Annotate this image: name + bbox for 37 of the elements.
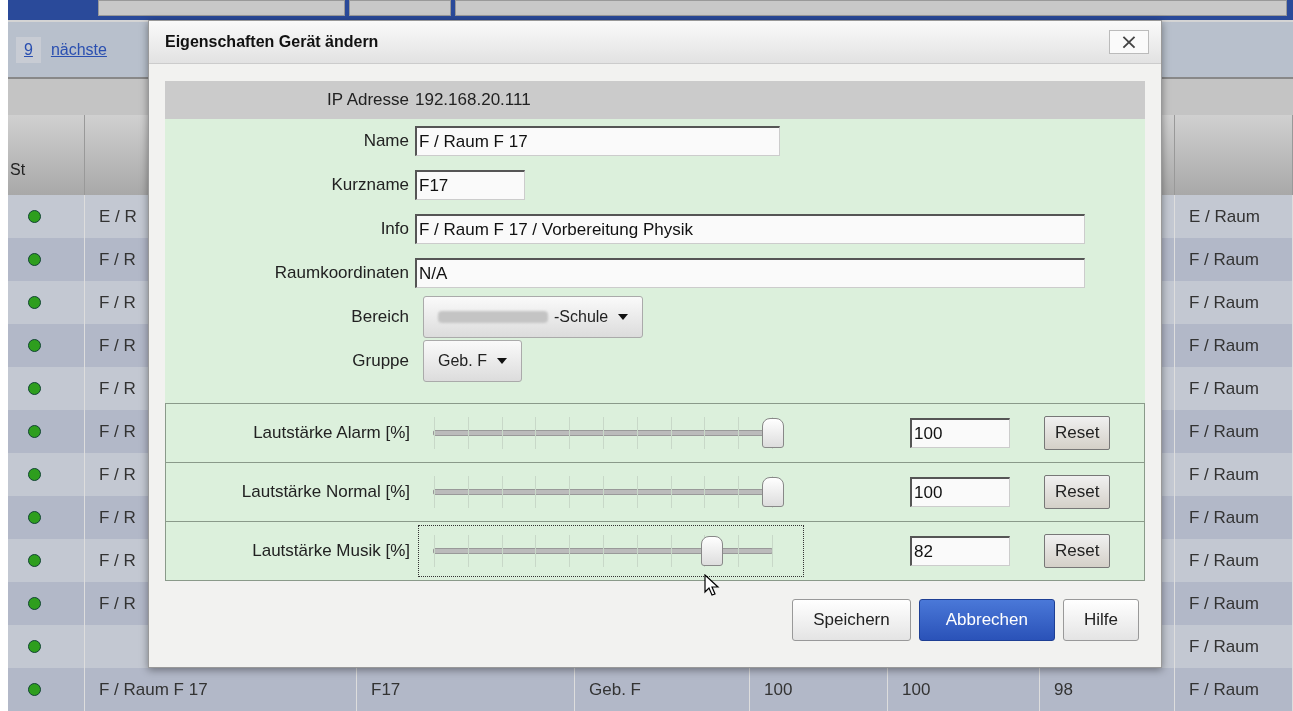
ip-value: 192.168.20.111: [415, 90, 531, 110]
slider-thumb[interactable]: [701, 536, 724, 566]
dialog-button[interactable]: Speichern: [792, 599, 911, 641]
field-label: IP Adresse: [326, 90, 410, 110]
input-field[interactable]: F / Raum F 17 / Vorbereitung Physik: [415, 214, 1085, 244]
value-field[interactable]: 100: [910, 477, 1010, 507]
input-field[interactable]: F / Raum F 17: [415, 126, 780, 156]
reset-button[interactable]: Reset: [1044, 475, 1111, 509]
slider-thumb[interactable]: [762, 418, 784, 448]
reset-button[interactable]: Reset: [1044, 534, 1111, 568]
field-label: Name: [362, 131, 410, 151]
field-label: Info: [379, 219, 410, 239]
tab[interactable]: [349, 0, 451, 16]
dropdown-value: -Schule: [554, 308, 609, 326]
caret-icon: [618, 314, 629, 320]
value-field[interactable]: 100: [910, 418, 1010, 448]
dropdown[interactable]: Geb. F: [423, 340, 522, 382]
value-field[interactable]: 82: [910, 536, 1010, 566]
field-label: Kurzname: [330, 175, 410, 195]
tab[interactable]: [98, 0, 345, 16]
slider[interactable]: [418, 525, 804, 577]
page-link[interactable]: 9: [16, 36, 41, 63]
dropdown-value: Geb. F: [438, 352, 487, 370]
tab[interactable]: [455, 0, 1287, 16]
reset-button[interactable]: Reset: [1044, 416, 1111, 450]
next-link[interactable]: nächste: [50, 40, 107, 59]
table-cell: F / Raum: [1175, 668, 1293, 711]
dialog-button[interactable]: Hilfe: [1063, 599, 1139, 641]
close-button[interactable]: ×: [1109, 30, 1149, 54]
caret-icon: [496, 358, 507, 364]
input-field[interactable]: F17: [415, 170, 525, 200]
slider-thumb[interactable]: [762, 477, 784, 507]
cancel-button[interactable]: Abbrechen: [918, 599, 1055, 641]
mouse-pointer-icon: [704, 574, 720, 598]
input-field[interactable]: N/A: [415, 258, 1085, 288]
dropdown[interactable]: -Schule: [423, 296, 644, 338]
dialog-title: Eigenschaften Gerät ändern: [165, 33, 379, 51]
